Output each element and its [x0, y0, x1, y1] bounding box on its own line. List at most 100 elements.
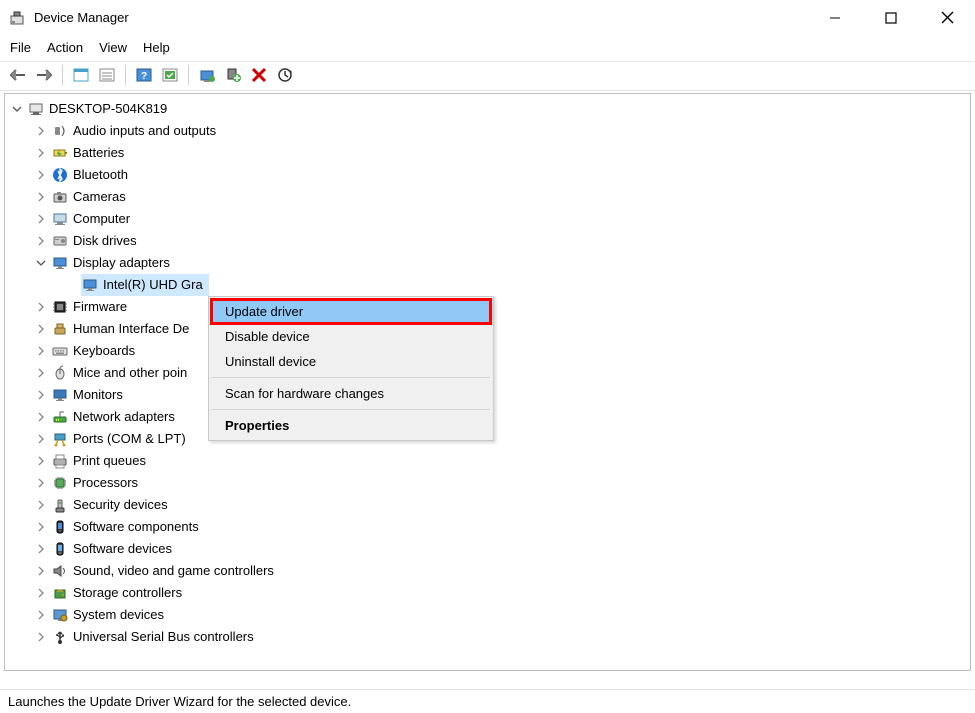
menu-file[interactable]: File: [10, 40, 31, 55]
tree-category-usb[interactable]: Universal Serial Bus controllers: [11, 626, 970, 648]
chevron-right-icon[interactable]: [35, 521, 47, 533]
tree-category-storage[interactable]: Storage controllers: [11, 582, 970, 604]
system-icon: [51, 606, 69, 624]
menu-action[interactable]: Action: [47, 40, 83, 55]
tree-category-swcomp[interactable]: Software components: [11, 516, 970, 538]
chevron-right-icon[interactable]: [35, 543, 47, 555]
chevron-right-icon[interactable]: [35, 169, 47, 181]
tree-root-label: DESKTOP-504K819: [49, 98, 167, 120]
scan-hardware-button[interactable]: [158, 64, 182, 86]
title-bar: Device Manager: [0, 0, 975, 36]
expander-spacer: [65, 279, 77, 291]
tree-category-audio[interactable]: Audio inputs and outputs: [11, 120, 970, 142]
tree-category-bluetooth[interactable]: Bluetooth: [11, 164, 970, 186]
tree-category-label: Monitors: [73, 384, 123, 406]
update-driver-button[interactable]: [195, 64, 219, 86]
toolbar-separator: [62, 65, 63, 85]
chevron-right-icon[interactable]: [35, 631, 47, 643]
show-hide-console-button[interactable]: [69, 64, 93, 86]
swcomp-icon: [51, 518, 69, 536]
chevron-right-icon[interactable]: [35, 147, 47, 159]
chevron-right-icon[interactable]: [35, 301, 47, 313]
chevron-right-icon[interactable]: [35, 213, 47, 225]
chevron-right-icon[interactable]: [35, 565, 47, 577]
context-update-driver[interactable]: Update driver: [210, 298, 492, 325]
window-controls: [821, 4, 967, 32]
tree-category-label: Mice and other poin: [73, 362, 187, 384]
minimize-button[interactable]: [821, 4, 849, 32]
menu-help[interactable]: Help: [143, 40, 170, 55]
chevron-right-icon[interactable]: [35, 191, 47, 203]
status-text: Launches the Update Driver Wizard for th…: [8, 694, 351, 709]
context-item-label: Uninstall device: [225, 354, 316, 369]
toolbar: ?: [0, 61, 975, 91]
tree-category-label: Display adapters: [73, 252, 170, 274]
scan-changes-button[interactable]: [273, 64, 297, 86]
tree-category-label: Network adapters: [73, 406, 175, 428]
tree-category-cameras[interactable]: Cameras: [11, 186, 970, 208]
tree-category-swdev[interactable]: Software devices: [11, 538, 970, 560]
chevron-right-icon[interactable]: [35, 323, 47, 335]
keyboards-icon: [51, 342, 69, 360]
help-button[interactable]: ?: [132, 64, 156, 86]
uninstall-device-button[interactable]: [247, 64, 271, 86]
printq-icon: [51, 452, 69, 470]
context-item-label: Disable device: [225, 329, 310, 344]
back-button[interactable]: [6, 64, 30, 86]
tree-device-intel-uhd[interactable]: Intel(R) UHD Gra: [11, 274, 970, 296]
network-icon: [51, 408, 69, 426]
computer-icon: [51, 210, 69, 228]
tree-category-label: Security devices: [73, 494, 168, 516]
computer-icon: [27, 100, 45, 118]
chevron-down-icon[interactable]: [35, 257, 47, 269]
selected-device[interactable]: Intel(R) UHD Gra: [81, 274, 209, 296]
tree-category-processors[interactable]: Processors: [11, 472, 970, 494]
context-uninstall-device[interactable]: Uninstall device: [211, 349, 491, 374]
maximize-button[interactable]: [877, 4, 905, 32]
menu-view[interactable]: View: [99, 40, 127, 55]
chevron-right-icon[interactable]: [35, 477, 47, 489]
security-icon: [51, 496, 69, 514]
context-disable-device[interactable]: Disable device: [211, 324, 491, 349]
chevron-right-icon[interactable]: [35, 587, 47, 599]
close-button[interactable]: [933, 4, 961, 32]
context-scan-hardware[interactable]: Scan for hardware changes: [211, 381, 491, 406]
chevron-right-icon[interactable]: [35, 499, 47, 511]
tree-category-printq[interactable]: Print queues: [11, 450, 970, 472]
tree-root-node[interactable]: DESKTOP-504K819: [11, 98, 970, 120]
tree-category-batteries[interactable]: Batteries: [11, 142, 970, 164]
enable-device-button[interactable]: [221, 64, 245, 86]
tree-category-sound[interactable]: Sound, video and game controllers: [11, 560, 970, 582]
toolbar-separator: [125, 65, 126, 85]
cameras-icon: [51, 188, 69, 206]
tree-category-label: Storage controllers: [73, 582, 182, 604]
tree-category-computer[interactable]: Computer: [11, 208, 970, 230]
tree-category-security[interactable]: Security devices: [11, 494, 970, 516]
tree-category-label: Audio inputs and outputs: [73, 120, 216, 142]
chevron-right-icon[interactable]: [35, 125, 47, 137]
window-title: Device Manager: [34, 10, 129, 25]
chevron-down-icon[interactable]: [11, 103, 23, 115]
chevron-right-icon[interactable]: [35, 455, 47, 467]
firmware-icon: [51, 298, 69, 316]
chevron-right-icon[interactable]: [35, 367, 47, 379]
swdev-icon: [51, 540, 69, 558]
forward-button[interactable]: [32, 64, 56, 86]
chevron-right-icon[interactable]: [35, 411, 47, 423]
tree-category-label: System devices: [73, 604, 164, 626]
tree-category-label: Disk drives: [73, 230, 137, 252]
properties-button[interactable]: [95, 64, 119, 86]
context-properties[interactable]: Properties: [211, 413, 491, 438]
chevron-right-icon[interactable]: [35, 389, 47, 401]
chevron-right-icon[interactable]: [35, 609, 47, 621]
tree-category-disk[interactable]: Disk drives: [11, 230, 970, 252]
tree-category-label: Ports (COM & LPT): [73, 428, 186, 450]
tree-category-system[interactable]: System devices: [11, 604, 970, 626]
toolbar-separator: [188, 65, 189, 85]
disk-icon: [51, 232, 69, 250]
context-separator: [212, 377, 490, 378]
chevron-right-icon[interactable]: [35, 345, 47, 357]
chevron-right-icon[interactable]: [35, 235, 47, 247]
tree-category-display[interactable]: Display adapters: [11, 252, 970, 274]
chevron-right-icon[interactable]: [35, 433, 47, 445]
